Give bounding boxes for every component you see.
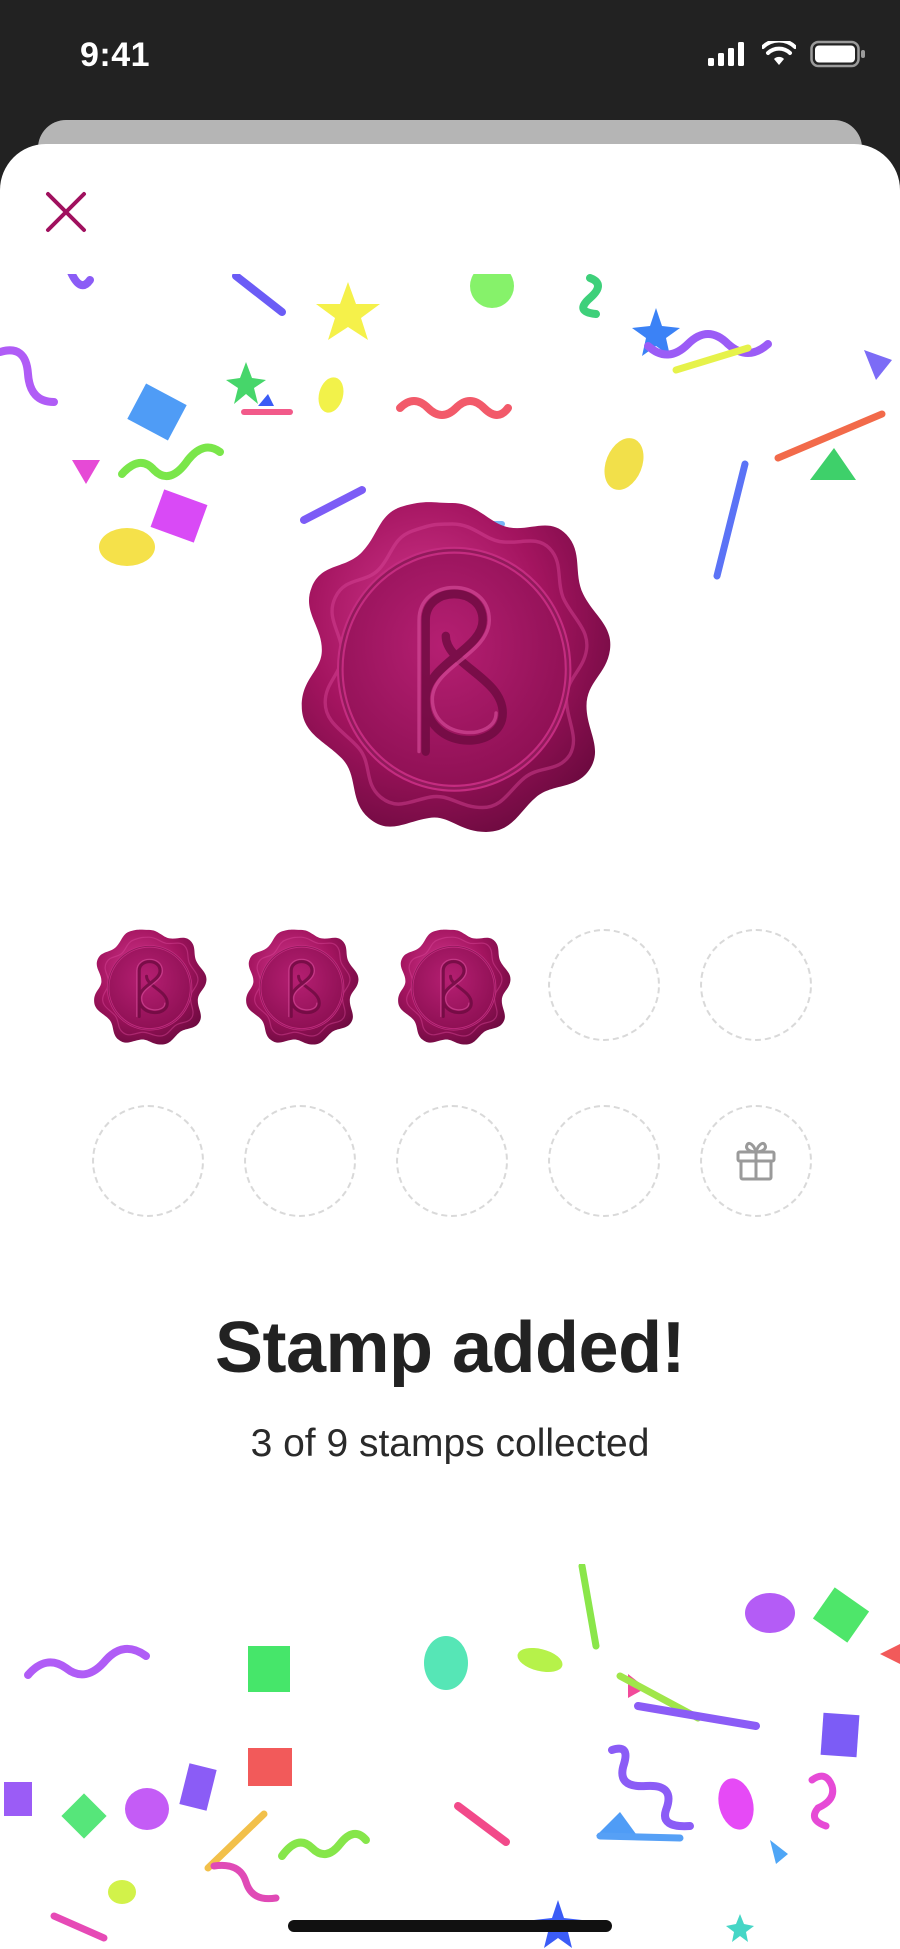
stamp-slot-filled bbox=[392, 925, 514, 1047]
stamp-slot-filled bbox=[88, 925, 210, 1047]
stamp-added-sheet: Stamp added! 3 of 9 stamps collected bbox=[0, 144, 900, 1949]
confetti-bottom bbox=[4, 1564, 900, 1948]
close-button[interactable] bbox=[42, 188, 90, 236]
wifi-icon bbox=[762, 41, 796, 65]
status-bar: 9:41 bbox=[0, 0, 900, 120]
home-indicator[interactable] bbox=[288, 1920, 612, 1932]
stamp-added-title: Stamp added! bbox=[214, 1308, 686, 1388]
stamp-slot-empty bbox=[396, 1105, 508, 1217]
wax-seal-icon bbox=[392, 925, 514, 1047]
stamp-card-grid bbox=[92, 929, 812, 1259]
stamps-progress-text: 3 of 9 stamps collected bbox=[250, 1422, 650, 1465]
stamp-slot-empty bbox=[548, 929, 660, 1041]
stamp-slot-empty bbox=[700, 929, 812, 1041]
status-icons bbox=[708, 40, 866, 68]
hero-wax-seal bbox=[285, 489, 620, 839]
stamp-slot-empty bbox=[548, 1105, 660, 1217]
stamp-slot-empty bbox=[92, 1105, 204, 1217]
wax-seal-icon bbox=[240, 925, 362, 1047]
gift-icon bbox=[736, 1141, 776, 1181]
stamp-slot-empty bbox=[244, 1105, 356, 1217]
signal-icon bbox=[708, 42, 744, 66]
battery-icon bbox=[810, 40, 865, 68]
status-time: 9:41 bbox=[80, 36, 151, 74]
stamp-slot-filled bbox=[240, 925, 362, 1047]
wax-seal-icon bbox=[88, 925, 210, 1047]
reward-slot bbox=[700, 1105, 812, 1217]
close-icon bbox=[46, 192, 86, 232]
